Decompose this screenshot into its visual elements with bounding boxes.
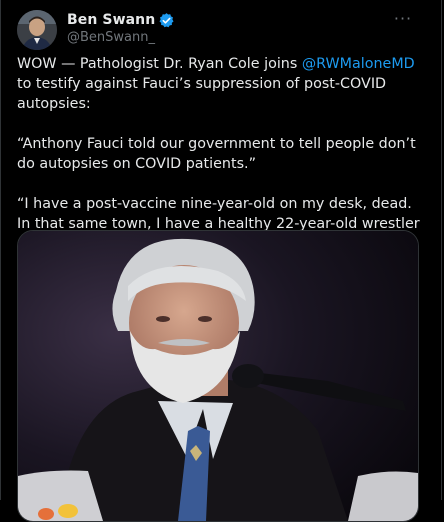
profile-avatar-icon — [17, 10, 57, 50]
mention-link[interactable]: @RWMaloneMD — [302, 56, 415, 72]
author-handle[interactable]: @BenSwann_ — [67, 30, 155, 45]
author-name-row[interactable]: Ben Swann — [67, 10, 175, 30]
tweet-paragraph-quote-1: “Anthony Fauci told our government to te… — [17, 136, 416, 172]
tweet-intro-before: WOW — Pathologist Dr. Ryan Cole joins — [17, 56, 302, 72]
video-still-image — [18, 231, 418, 521]
display-name[interactable]: Ben Swann — [67, 12, 155, 28]
avatar[interactable] — [17, 10, 57, 50]
tweet-intro-after: to testify against Fauci’s suppression o… — [17, 76, 387, 112]
tweet-paragraph-intro: WOW — Pathologist Dr. Ryan Cole joins @R… — [17, 54, 427, 114]
video-media[interactable] — [17, 230, 419, 522]
tweet-card[interactable]: Ben Swann @BenSwann_ ··· WOW — Pathologi… — [0, 0, 442, 522]
more-options-icon[interactable]: ··· — [391, 8, 415, 28]
verified-badge-icon — [158, 12, 175, 29]
